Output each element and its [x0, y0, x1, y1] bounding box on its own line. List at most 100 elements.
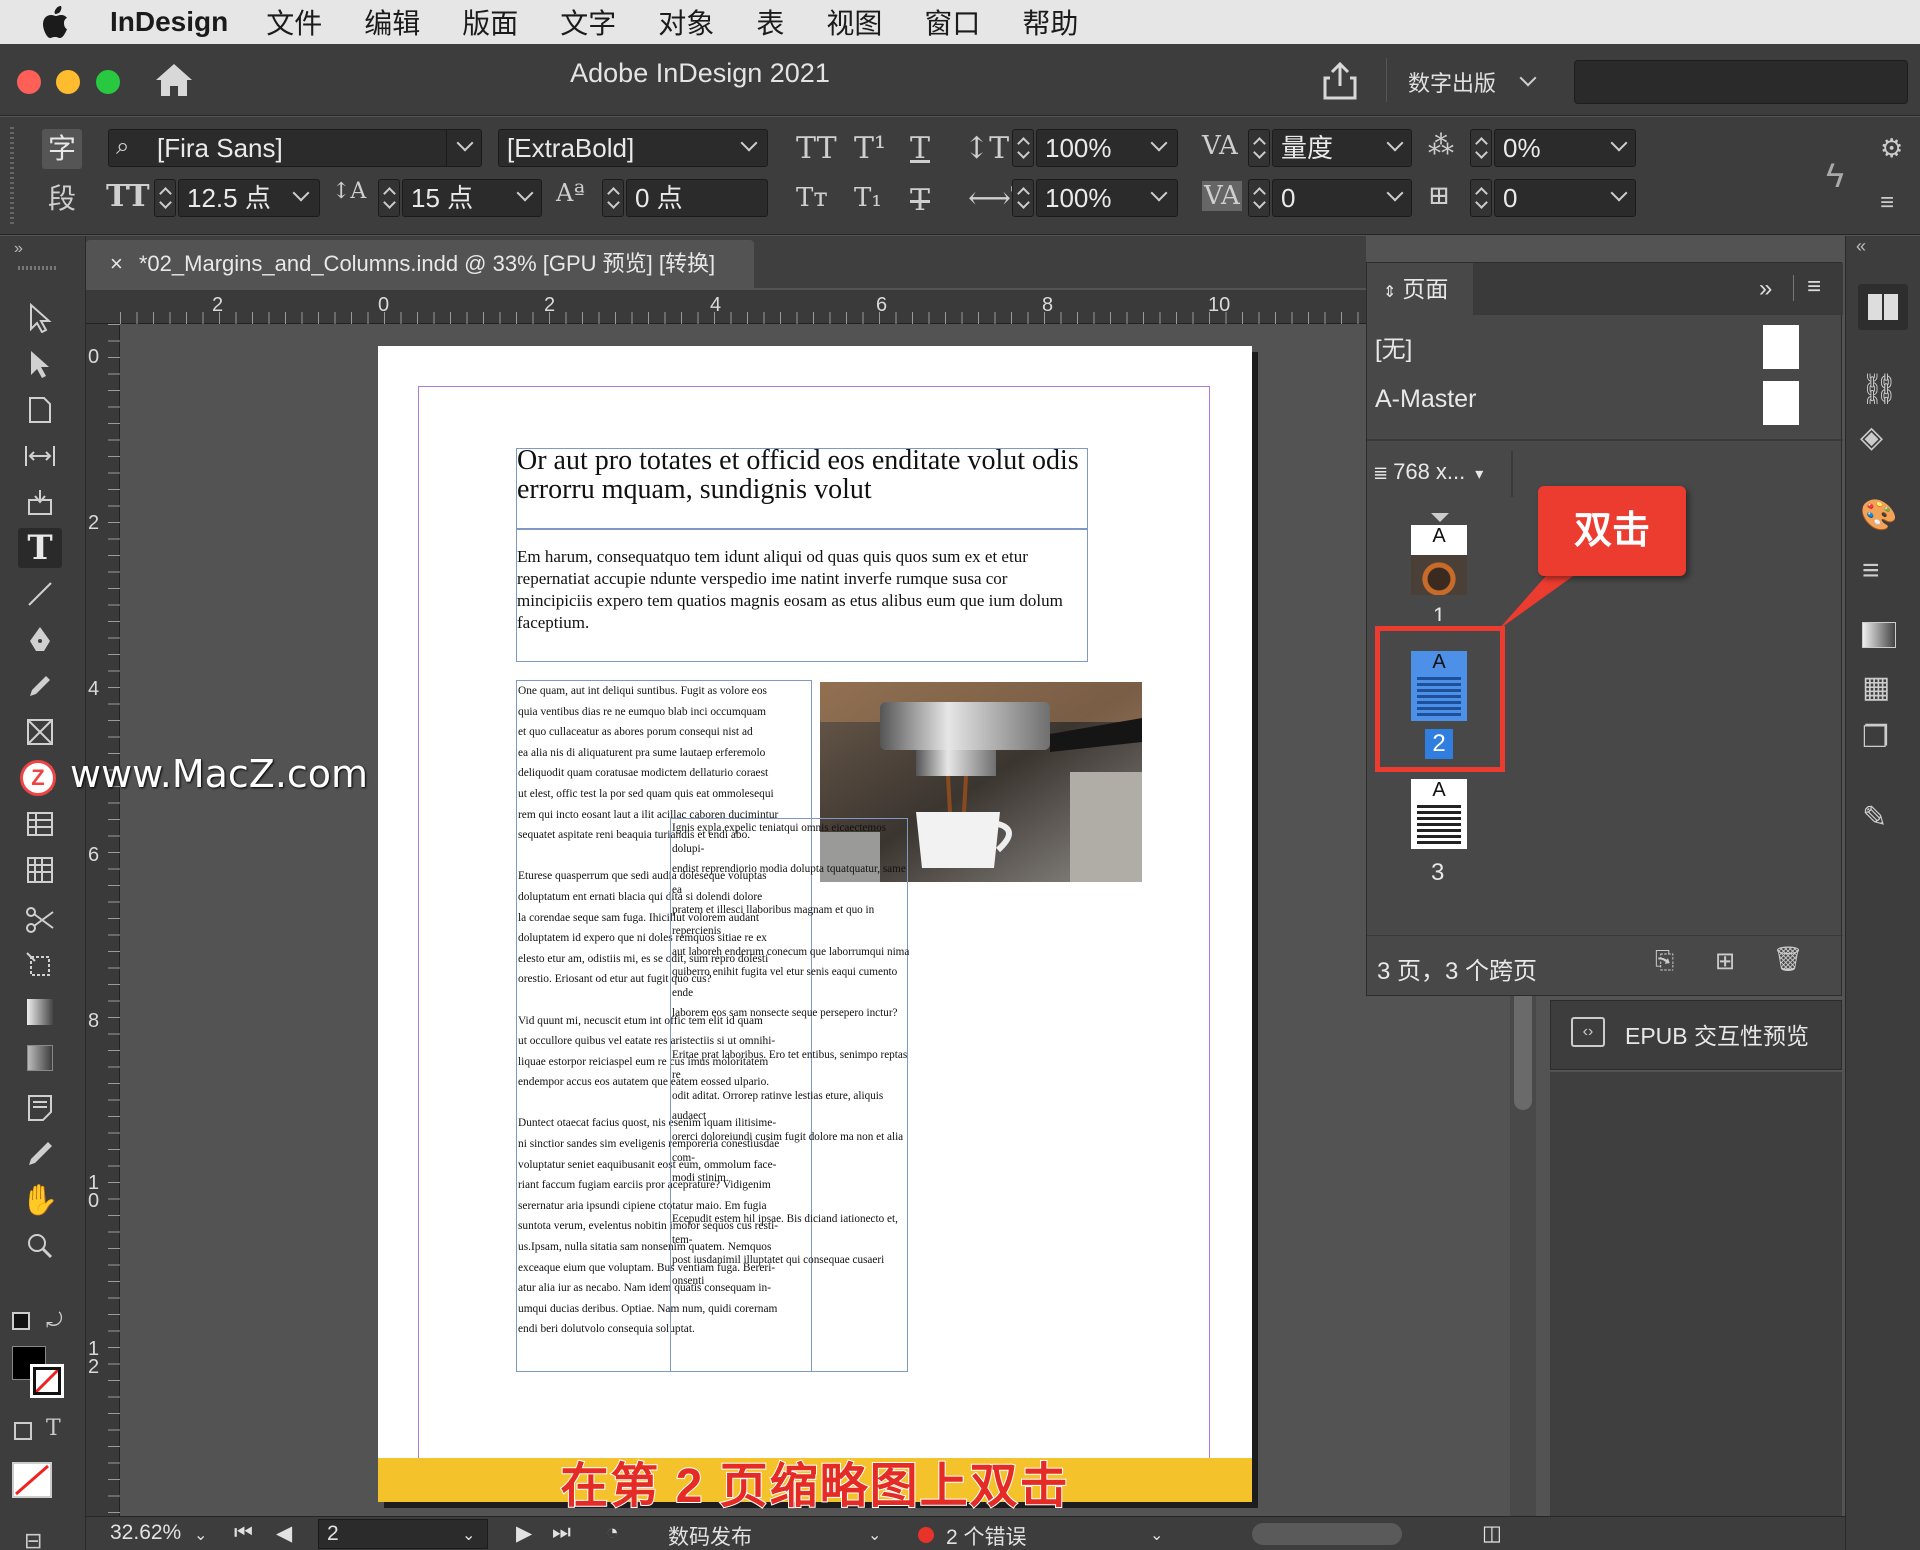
master-a[interactable]: A-Master [1375, 385, 1476, 414]
menu-layout[interactable]: 版面 [462, 2, 518, 42]
eyedropper-tool-icon[interactable] [18, 1134, 62, 1174]
hand-tool-icon[interactable]: ✋ [18, 1180, 62, 1220]
font-family-field[interactable]: [Fira Sans] [108, 129, 482, 167]
menu-file[interactable]: 文件 [266, 2, 322, 42]
font-size-stepper[interactable] [154, 179, 176, 217]
color-palette-icon[interactable]: 🎨 [1860, 498, 1897, 533]
selection-tool-icon[interactable] [18, 298, 62, 338]
note-tool-icon[interactable] [18, 1088, 62, 1128]
chevron-down-icon[interactable]: ⌄ [462, 1525, 475, 1545]
tab-pages[interactable]: ⇕ 页面 [1367, 263, 1473, 315]
search-input[interactable] [1574, 60, 1908, 104]
page-size-dropdown[interactable]: ≣ 768 x... ▾ [1373, 459, 1483, 485]
split-view-icon[interactable]: ◫ [1482, 1521, 1502, 1546]
type-tool-icon[interactable]: T [18, 528, 62, 568]
tracking-stepper[interactable] [1248, 179, 1270, 217]
screen-mode-icon[interactable]: ⊟ [24, 1528, 42, 1550]
document-tab[interactable]: × *02_Margins_and_Columns.indd @ 33% [GPU… [86, 240, 754, 288]
subscript-button[interactable]: T₁ [854, 183, 882, 213]
preflight-profile[interactable]: 数码发布 [668, 1521, 752, 1550]
lightning-icon[interactable]: ϟ [1826, 157, 1844, 196]
new-page-icon[interactable]: ⊞ [1715, 947, 1735, 976]
horizontal-scroll-thumb[interactable] [1252, 1523, 1402, 1545]
panel-menu-icon[interactable]: ≡ [1807, 273, 1821, 301]
all-caps-button[interactable]: TT [796, 131, 837, 166]
stroke-icon[interactable]: ≡ [1862, 554, 1880, 588]
character-mode-button[interactable]: 字 [42, 129, 82, 169]
menu-window[interactable]: 窗口 [924, 2, 980, 42]
gradient-icon[interactable] [1862, 622, 1896, 648]
apply-none-icon[interactable] [12, 1462, 52, 1498]
headline-text[interactable]: Or aut pro totates et officid eos endita… [517, 446, 1087, 504]
chevron-down-icon[interactable]: ⌄ [194, 1525, 207, 1545]
default-colors-icon[interactable] [12, 1312, 30, 1330]
small-caps-button[interactable]: Tт [796, 183, 828, 213]
baseline-shift-stepper[interactable] [602, 179, 624, 217]
apple-icon[interactable] [40, 2, 80, 42]
swatches-icon[interactable]: ▦ [1862, 670, 1890, 705]
error-count[interactable]: 2 个错误 [946, 1521, 1027, 1550]
gradient-tool-icon[interactable] [18, 992, 62, 1032]
superscript-button[interactable]: T¹ [854, 131, 886, 166]
line-tool-icon[interactable] [18, 574, 62, 614]
gradient-feather-tool-icon[interactable] [18, 1038, 62, 1078]
menu-app-name[interactable]: InDesign [110, 6, 228, 38]
grid-tool-icon[interactable] [18, 850, 62, 890]
pencil-tool-icon[interactable] [18, 666, 62, 706]
content-collector-icon[interactable] [18, 482, 62, 522]
close-tab-icon[interactable]: × [110, 251, 123, 276]
pages-dock-button[interactable] [1858, 284, 1908, 330]
expand-panel-icon[interactable]: » [1759, 275, 1772, 303]
gap-tool-icon[interactable] [18, 436, 62, 476]
direct-selection-tool-icon[interactable] [18, 344, 62, 384]
menu-edit[interactable]: 编辑 [364, 2, 420, 42]
leading-stepper[interactable] [378, 179, 400, 217]
master-none-thumbnail[interactable] [1763, 325, 1799, 369]
zoom-level[interactable]: 32.62% [110, 1521, 181, 1545]
next-page-icon[interactable]: ▶ [516, 1521, 532, 1546]
strikethrough-button[interactable]: T [910, 183, 930, 218]
underline-button[interactable]: T [910, 131, 930, 166]
stroke-swatch[interactable] [30, 1364, 64, 1398]
menu-help[interactable]: 帮助 [1022, 2, 1078, 42]
menu-object[interactable]: 对象 [658, 2, 714, 42]
trash-icon[interactable]: 🗑 [1773, 945, 1803, 974]
formatting-container-icon[interactable] [14, 1422, 32, 1440]
swap-colors-icon[interactable]: ⤾ [46, 1310, 63, 1333]
font-style-field[interactable]: [ExtraBold] [498, 129, 768, 167]
column-2-text[interactable]: Ignis expla expelic teniatqui omnis eica… [672, 818, 910, 1292]
horizontal-ruler[interactable]: 2 0 2 4 6 8 10 [86, 290, 1368, 324]
gear-icon[interactable]: ⚙ [1880, 133, 1903, 164]
layers-icon[interactable]: ◈ [1860, 420, 1883, 455]
tsume-stepper[interactable] [1470, 129, 1492, 167]
page-1-thumbnail[interactable]: A [1411, 525, 1467, 595]
vertical-scale-stepper[interactable] [1012, 129, 1034, 167]
workspace-switcher[interactable]: 数字出版 [1408, 66, 1537, 98]
zoom-tool-icon[interactable] [18, 1226, 62, 1266]
menu-table[interactable]: 表 [756, 2, 784, 42]
epub-preview-panel[interactable]: ‹› EPUB 交互性预览 [1550, 1000, 1842, 1070]
free-transform-tool-icon[interactable] [18, 946, 62, 986]
page-tool-icon[interactable] [18, 390, 62, 430]
paragraph-mode-button[interactable]: 段 [42, 179, 82, 219]
intro-text[interactable]: Em harum, consequatquo tem idunt aliqui … [517, 546, 1087, 634]
pen-tool-icon[interactable] [18, 620, 62, 660]
menu-view[interactable]: 视图 [826, 2, 882, 42]
share-icon[interactable] [1322, 61, 1358, 100]
chevron-down-icon[interactable]: ⌄ [868, 1525, 881, 1545]
collapse-dock-icon[interactable]: « [1856, 236, 1866, 257]
collapse-icon[interactable]: » [14, 240, 23, 258]
panel-menu-icon[interactable]: ≡ [1880, 189, 1894, 217]
formatting-text-icon[interactable]: T [46, 1416, 61, 1441]
horizontal-scale-stepper[interactable] [1012, 179, 1034, 217]
first-page-icon[interactable]: ⏮ [234, 1521, 253, 1545]
kerning-stepper[interactable] [1248, 129, 1270, 167]
article-icon[interactable]: ✎ [1862, 800, 1887, 835]
table-tool-icon[interactable] [18, 804, 62, 844]
menu-type[interactable]: 文字 [560, 2, 616, 42]
page-3-thumbnail[interactable]: A [1411, 779, 1467, 849]
links-icon[interactable]: ⛓ [1860, 372, 1898, 407]
document-page[interactable]: Or aut pro totates et officid eos endita… [378, 346, 1252, 1502]
preflight-icon[interactable]: ◔ [606, 1521, 619, 1545]
last-page-icon[interactable]: ⏭ [552, 1521, 571, 1545]
